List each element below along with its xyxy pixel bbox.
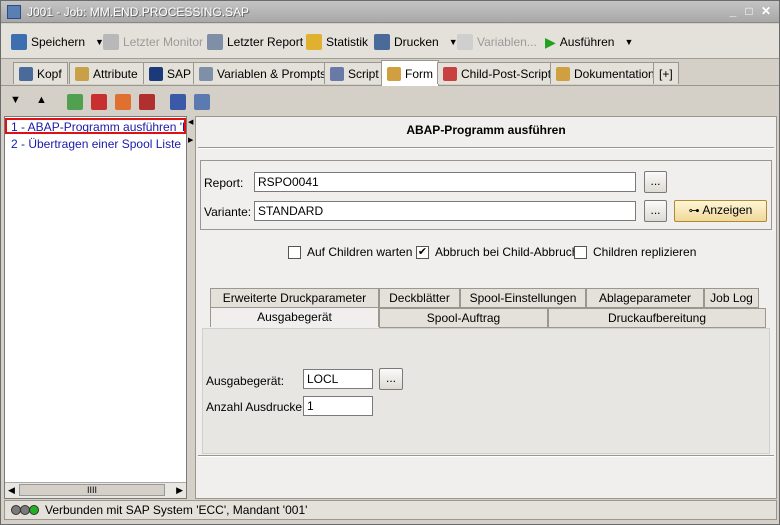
subtab-druckaufbereitung[interactable]: Druckaufbereitung <box>548 308 766 328</box>
replicate-children-checkbox[interactable]: Children replizieren <box>574 245 696 259</box>
variante-browse-button[interactable]: ... <box>644 200 667 222</box>
report-icon <box>207 34 223 50</box>
status-text: Verbunden mit SAP System 'ECC', Mandant … <box>45 503 308 517</box>
variables-button[interactable]: Variablen... <box>457 32 537 52</box>
tree-item-abap[interactable]: 1 - ABAP-Programm ausführen 'RSPO0041' <box>5 118 186 134</box>
pane-splitter[interactable]: ◀ ▶ <box>187 116 195 499</box>
script-icon <box>330 66 344 81</box>
report-field[interactable]: RSPO0041 <box>254 172 636 192</box>
subtab-spool-einstellungen[interactable]: Spool-Einstellungen <box>460 288 586 308</box>
variante-field[interactable]: STANDARD <box>254 201 636 221</box>
job-tabs: Kopf Attribute SAP Variablen & Prompts S… <box>1 60 779 86</box>
last-monitor-button[interactable]: Letzter Monitor <box>103 32 203 52</box>
divider <box>198 455 774 457</box>
job-icon <box>7 5 21 19</box>
tab-attribute[interactable]: Attribute <box>69 62 144 84</box>
subtab-erweiterte-druckparameter[interactable]: Erweiterte Druckparameter <box>210 288 379 308</box>
save-button[interactable]: Speichern ▼ <box>11 32 104 52</box>
add-tab-icon: [+] <box>659 66 673 81</box>
document-icon <box>556 66 570 81</box>
ausgabegeraet-browse-button[interactable]: ... <box>379 368 403 390</box>
subtab-ausgabegeraet[interactable]: Ausgabegerät <box>210 307 379 327</box>
divider <box>198 147 774 149</box>
variante-label: Variante: <box>204 205 252 219</box>
step-form: ABAP-Programm ausführen Report: RSPO0041… <box>195 116 777 499</box>
status-light-icon <box>29 505 39 515</box>
copy-step-icon[interactable] <box>91 94 107 110</box>
tab-kopf[interactable]: Kopf <box>13 62 68 84</box>
variables-icon <box>457 34 473 50</box>
statistics-button[interactable]: Statistik <box>306 32 368 52</box>
print-button[interactable]: Drucken ▼ <box>374 32 458 52</box>
status-bar: Verbunden mit SAP System 'ECC', Mandant … <box>4 500 777 520</box>
add-step-icon[interactable] <box>67 94 83 110</box>
edit-icon <box>75 66 89 81</box>
collapse-right-icon[interactable]: ▶ <box>188 136 193 144</box>
checkbox-box[interactable]: ✔ <box>416 245 429 259</box>
execute-button[interactable]: ▶ Ausführen ▼ <box>545 32 633 52</box>
delete-step-icon[interactable] <box>139 94 155 110</box>
last-report-button[interactable]: Letzter Report <box>207 32 303 52</box>
window-title: J001 - Job: MM.END.PROCESSING.SAP <box>27 5 250 19</box>
ausgabegeraet-label: Ausgabegerät: <box>206 374 285 388</box>
tab-variablen-prompts[interactable]: Variablen & Prompts <box>193 62 333 84</box>
anzeigen-button[interactable]: ⊶ Anzeigen <box>674 200 767 222</box>
move-down-icon[interactable]: ▼ <box>10 94 21 106</box>
anzahl-label: Anzahl Ausdrucke: <box>206 400 306 414</box>
subtab-deckblaetter[interactable]: Deckblätter <box>379 288 460 308</box>
collapse-left-icon[interactable]: ◀ <box>188 118 193 126</box>
step-tree: 1 - ABAP-Programm ausführen 'RSPO0041' 2… <box>4 116 187 499</box>
close-button[interactable]: ✕ <box>758 4 774 20</box>
main-toolbar: Speichern ▼ Letzter Monitor Letzter Repo… <box>1 24 779 59</box>
tab-sap[interactable]: SAP <box>143 62 198 84</box>
checkbox-box[interactable] <box>288 245 301 259</box>
save-icon <box>11 34 27 50</box>
scroll-right-icon[interactable]: ▶ <box>176 485 183 496</box>
ausgabegeraet-field[interactable]: LOCL <box>303 369 373 389</box>
title-bar: J001 - Job: MM.END.PROCESSING.SAP _ □ ✕ <box>1 1 779 23</box>
abort-child-checkbox[interactable]: ✔ Abbruch bei Child-Abbruch <box>416 245 578 259</box>
search-icon[interactable] <box>194 94 210 110</box>
tab-form[interactable]: Form <box>381 60 439 86</box>
subtab-ablageparameter[interactable]: Ablageparameter <box>586 288 704 308</box>
chevron-down-icon[interactable]: ▼ <box>624 37 633 47</box>
ausgabegeraet-panel: Ausgabegerät: LOCL ... Anzahl Ausdrucke:… <box>202 328 770 454</box>
move-up-icon[interactable]: ▲ <box>36 94 47 106</box>
scroll-left-icon[interactable]: ◀ <box>8 485 15 496</box>
report-label: Report: <box>204 176 244 190</box>
connect-icon[interactable] <box>170 94 186 110</box>
report-browse-button[interactable]: ... <box>644 171 667 193</box>
checkbox-box[interactable] <box>574 245 587 259</box>
maximize-button[interactable]: □ <box>741 4 757 20</box>
child-script-icon <box>443 66 457 81</box>
insert-step-icon[interactable] <box>115 94 131 110</box>
chart-icon <box>306 34 322 50</box>
variables-icon <box>199 66 213 81</box>
printer-icon <box>374 34 390 50</box>
tree-toolbar: ▼ ▲ <box>4 89 244 115</box>
form-heading: ABAP-Programm ausführen <box>406 123 566 137</box>
sap-icon <box>149 66 163 81</box>
scroll-thumb[interactable]: IIII <box>19 484 165 496</box>
anzahl-field[interactable]: 1 <box>303 396 373 416</box>
monitor-icon <box>103 34 119 50</box>
minimize-button[interactable]: _ <box>725 4 741 20</box>
wait-children-checkbox[interactable]: Auf Children warten <box>288 245 412 259</box>
glasses-icon: ⊶ <box>688 205 700 217</box>
main-window: J001 - Job: MM.END.PROCESSING.SAP _ □ ✕ … <box>0 0 780 525</box>
subtab-spool-auftrag[interactable]: Spool-Auftrag <box>379 308 548 328</box>
tab-script[interactable]: Script <box>324 62 385 84</box>
horizontal-scrollbar[interactable]: ◀ IIII ▶ <box>5 482 186 498</box>
header-icon <box>19 66 33 81</box>
tree-item-spool[interactable]: 2 - Übertragen einer Spool Liste <box>7 137 181 153</box>
tab-add[interactable]: [+] <box>653 62 679 84</box>
play-icon: ▶ <box>545 33 556 50</box>
tab-child-post-script[interactable]: Child-Post-Script <box>437 62 558 84</box>
report-group: Report: RSPO0041 ... Variante: STANDARD … <box>200 160 772 230</box>
tab-dokumentation[interactable]: Dokumentation <box>550 62 661 84</box>
form-icon <box>387 66 401 81</box>
subtab-job-log[interactable]: Job Log <box>704 288 759 308</box>
